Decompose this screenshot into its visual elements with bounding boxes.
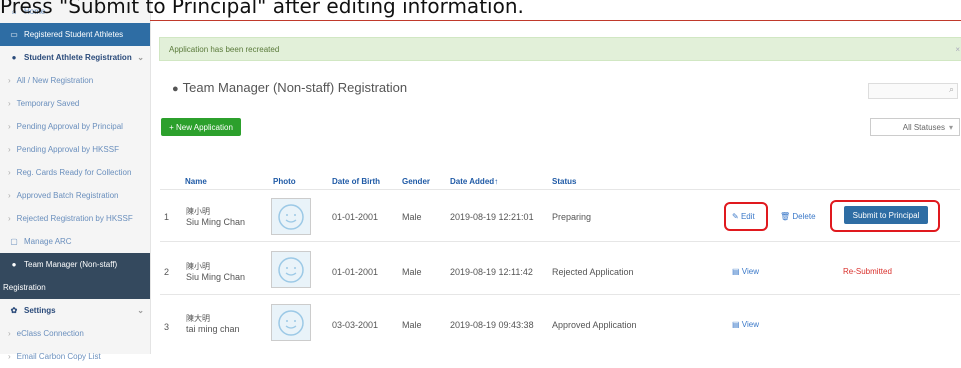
status-text: Approved Application [552, 320, 637, 330]
sidebar-item-settings[interactable]: ✿ Settings ⌄ [0, 299, 150, 322]
col-header-dob[interactable]: Date of Birth [332, 177, 380, 186]
avatar [271, 251, 311, 288]
sidebar: ⌂ Home ▭ Registered Student Athletes ● Stud… [0, 0, 151, 361]
trash-icon: 🗑 [780, 212, 791, 221]
sidebar-item-team-manager[interactable]: ● Team Manager (Non-staff) [0, 253, 150, 276]
view-button[interactable]: ▤ View [732, 320, 759, 329]
submit-highlight-box [830, 200, 940, 232]
chevron-down-icon: ⌄ [137, 53, 144, 62]
edit-highlight-box [724, 202, 768, 231]
instruction-overlay: Press "Submit to Principal" after editin… [0, 0, 524, 18]
status-text: Rejected Application [552, 267, 634, 277]
file-icon: ▤ [732, 267, 740, 276]
main-content: Application has been recreated × ● Team M… [150, 0, 961, 354]
avatar [271, 304, 311, 341]
status-text: Preparing [552, 212, 592, 222]
new-application-button[interactable]: + New Application [161, 118, 241, 136]
sidebar-item-approved-batch[interactable]: › Approved Batch Registration [0, 184, 150, 207]
sidebar-item-student-athlete-registration[interactable]: ● Student Athlete Registration ⌄ [0, 46, 150, 69]
col-header-status[interactable]: Status [552, 177, 576, 186]
chevron-right-icon: › [8, 214, 11, 223]
view-button[interactable]: ▤ View [732, 267, 759, 276]
row-divider [160, 294, 960, 295]
sidebar-item-eclass-connection[interactable]: › eClass Connection [0, 322, 150, 345]
user-icon: ● [11, 260, 17, 269]
date-of-birth: 01-01-2001 [332, 212, 379, 222]
sidebar-item-rejected-by-hkssf[interactable]: › Rejected Registration by HKSSF [0, 207, 150, 230]
re-submitted-label: Re-Submitted [843, 267, 892, 276]
sidebar-item-team-manager-cont[interactable]: Registration [0, 276, 150, 299]
instruction-underline [150, 20, 961, 21]
name-chinese: 陳小明 [186, 207, 210, 216]
chevron-right-icon: › [8, 76, 11, 85]
col-header-gender[interactable]: Gender [402, 177, 430, 186]
date-of-birth: 03-03-2001 [332, 320, 379, 330]
delete-button[interactable]: 🗑 Delete [780, 212, 816, 221]
chevron-down-icon: ⌄ [137, 306, 144, 315]
close-icon[interactable]: × [955, 45, 960, 54]
sidebar-item-pending-hkssf[interactable]: › Pending Approval by HKSSF [0, 138, 150, 161]
chevron-right-icon: › [8, 122, 11, 131]
date-of-birth: 01-01-2001 [332, 267, 379, 277]
chevron-down-icon: ▾ [948, 122, 953, 132]
avatar [271, 198, 311, 235]
name-chinese: 陳小明 [186, 262, 210, 271]
sidebar-item-email-cc-list[interactable]: › Email Carbon Copy List [0, 345, 150, 368]
sidebar-item-manage-arc[interactable]: ▢ Manage ARC [0, 230, 150, 253]
search-icon: ⌕ [948, 84, 954, 94]
sidebar-item-temporary-saved[interactable]: › Temporary Saved [0, 92, 150, 115]
success-alert: Application has been recreated × [159, 37, 961, 61]
name-english: Siu Ming Chan [186, 272, 246, 282]
col-header-date-added[interactable]: Date Added↑ [450, 177, 498, 186]
chevron-right-icon: › [8, 168, 11, 177]
date-added: 2019-08-19 12:11:42 [450, 267, 533, 277]
gender: Male [402, 267, 422, 277]
alert-message: Application has been recreated [169, 44, 280, 54]
row-number: 2 [164, 267, 170, 277]
user-icon: ● [11, 53, 17, 62]
name-chinese: 陳大明 [186, 314, 210, 323]
row-number: 1 [164, 212, 170, 222]
card-icon: ▢ [10, 237, 18, 246]
chevron-right-icon: › [8, 352, 11, 361]
gender: Male [402, 212, 422, 222]
chevron-right-icon: › [8, 99, 11, 108]
date-added: 2019-08-19 12:21:01 [450, 212, 534, 222]
chevron-right-icon: › [8, 191, 11, 200]
row-number: 3 [164, 322, 170, 332]
user-icon: ● [172, 83, 179, 95]
sidebar-item-registered-student-athletes[interactable]: ▭ Registered Student Athletes [0, 23, 150, 46]
name-english: Siu Ming Chan [186, 217, 246, 227]
sidebar-item-pending-principal[interactable]: › Pending Approval by Principal [0, 115, 150, 138]
date-added: 2019-08-19 09:43:38 [450, 320, 534, 330]
header-divider [160, 189, 960, 190]
chevron-right-icon: › [8, 329, 11, 338]
gear-icon: ✿ [10, 306, 18, 315]
status-filter-select[interactable]: All Statuses ▾ [870, 118, 960, 136]
search-input[interactable]: ⌕ [868, 83, 958, 99]
page-title: ● Team Manager (Non-staff) Registration [172, 80, 408, 95]
gender: Male [402, 320, 422, 330]
file-icon: ▤ [732, 320, 740, 329]
col-header-photo: Photo [273, 177, 296, 186]
id-card-icon: ▭ [10, 30, 18, 39]
sidebar-item-all-new-registration[interactable]: › All / New Registration [0, 69, 150, 92]
name-english: tai ming chan [186, 324, 240, 334]
col-header-name[interactable]: Name [185, 177, 207, 186]
sidebar-item-reg-cards-ready[interactable]: › Reg. Cards Ready for Collection [0, 161, 150, 184]
chevron-right-icon: › [8, 145, 11, 154]
row-divider [160, 241, 960, 242]
